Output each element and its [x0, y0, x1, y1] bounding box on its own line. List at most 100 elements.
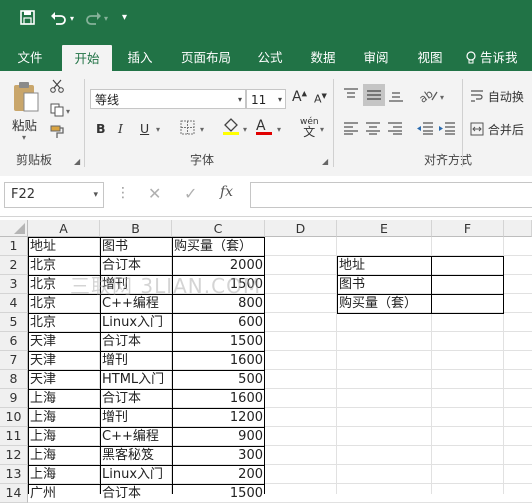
- format-painter-icon[interactable]: [50, 125, 66, 142]
- cell-b12[interactable]: 黑客秘笈: [100, 446, 172, 465]
- row-header-13[interactable]: 13: [0, 465, 28, 484]
- cell-b9[interactable]: 合订本: [100, 389, 172, 408]
- row-header-2[interactable]: 2: [0, 256, 28, 275]
- tab-file[interactable]: 文件: [6, 44, 54, 71]
- row-header-10[interactable]: 10: [0, 408, 28, 427]
- cell-a13[interactable]: 上海: [28, 465, 100, 484]
- cell-a7[interactable]: 天津: [28, 351, 100, 370]
- font-color-button[interactable]: A: [256, 118, 272, 135]
- cell-a5[interactable]: 北京: [28, 313, 100, 332]
- cell-b7[interactable]: 增刊: [100, 351, 172, 370]
- tab-page-layout[interactable]: 页面布局: [170, 44, 242, 71]
- row-header-5[interactable]: 5: [0, 313, 28, 332]
- cell-b13[interactable]: Linux入门: [100, 465, 172, 484]
- cell-c6[interactable]: 1500: [172, 332, 265, 351]
- column-header-e[interactable]: E: [337, 220, 432, 237]
- insert-function-icon[interactable]: fx: [220, 184, 233, 200]
- wrap-text-button[interactable]: 自动换: [470, 88, 524, 105]
- cell-b1[interactable]: 图书: [100, 237, 172, 256]
- paste-dropdown-icon[interactable]: ▾: [22, 133, 26, 142]
- font-size-select[interactable]: 11 ▾: [246, 89, 286, 109]
- row-header-4[interactable]: 4: [0, 294, 28, 313]
- merge-center-button[interactable]: 合并后: [470, 121, 524, 138]
- redo-icon[interactable]: [86, 10, 102, 29]
- worksheet-grid[interactable]: ABCDEF 1 2 3 4 5 6 7 8 9 10 11 12 13 14 地址 图书 购买量（套） 北京合…: [0, 220, 532, 503]
- font-name-select[interactable]: 等线 ▾: [90, 89, 246, 109]
- tab-view[interactable]: 视图: [408, 44, 452, 71]
- phonetic-dropdown-icon[interactable]: ▾: [320, 125, 324, 134]
- italic-button[interactable]: I: [118, 121, 123, 136]
- align-middle-icon[interactable]: [363, 84, 385, 106]
- cell-e3[interactable]: 图书: [337, 275, 432, 294]
- undo-dropdown-icon[interactable]: ▾: [70, 14, 74, 23]
- cut-icon[interactable]: [50, 79, 64, 96]
- increase-indent-icon[interactable]: [438, 121, 456, 138]
- align-right-icon[interactable]: [387, 121, 403, 138]
- cell-a8[interactable]: 天津: [28, 370, 100, 389]
- cell-e4[interactable]: 购买量（套）: [337, 294, 432, 313]
- cell-c8[interactable]: 500: [172, 370, 265, 389]
- column-header-f[interactable]: F: [432, 220, 504, 237]
- decrease-indent-icon[interactable]: [416, 121, 434, 138]
- cell-b10[interactable]: 增刊: [100, 408, 172, 427]
- formula-input[interactable]: [250, 182, 532, 208]
- decrease-font-button[interactable]: A▼: [314, 92, 327, 106]
- underline-dropdown-icon[interactable]: ▾: [156, 125, 160, 134]
- cell-a6[interactable]: 天津: [28, 332, 100, 351]
- clipboard-launcher-icon[interactable]: ◢: [74, 157, 80, 166]
- cell-f2[interactable]: [432, 256, 504, 275]
- underline-button[interactable]: U: [140, 121, 149, 136]
- cancel-icon[interactable]: ✕: [148, 184, 161, 203]
- tab-tell-me[interactable]: 告诉我: [466, 44, 532, 71]
- cell-a12[interactable]: 上海: [28, 446, 100, 465]
- copy-icon[interactable]: [50, 103, 64, 120]
- bold-button[interactable]: B: [96, 121, 106, 136]
- orientation-dropdown-icon[interactable]: ▾: [440, 93, 444, 102]
- row-header-12[interactable]: 12: [0, 446, 28, 465]
- select-all-corner[interactable]: [0, 220, 28, 237]
- cell-c1[interactable]: 购买量（套）: [172, 237, 265, 256]
- cell-b8[interactable]: HTML入门: [100, 370, 172, 389]
- row-header-8[interactable]: 8: [0, 370, 28, 389]
- column-header-a[interactable]: A: [28, 220, 100, 237]
- tab-insert[interactable]: 插入: [118, 44, 162, 71]
- row-header-1[interactable]: 1: [0, 237, 28, 256]
- row-header-9[interactable]: 9: [0, 389, 28, 408]
- save-icon[interactable]: [20, 10, 35, 29]
- cell-c9[interactable]: 1600: [172, 389, 265, 408]
- cell-c13[interactable]: 200: [172, 465, 265, 484]
- cell-a1[interactable]: 地址: [28, 237, 100, 256]
- cell-f4[interactable]: [432, 294, 504, 313]
- increase-font-button[interactable]: A▲: [292, 89, 307, 105]
- cell-e2[interactable]: 地址: [337, 256, 432, 275]
- tab-data[interactable]: 数据: [302, 44, 344, 71]
- cell-c11[interactable]: 900: [172, 427, 265, 446]
- cell-c5[interactable]: 600: [172, 313, 265, 332]
- cell-a11[interactable]: 上海: [28, 427, 100, 446]
- row-header-3[interactable]: 3: [0, 275, 28, 294]
- cell-c12[interactable]: 300: [172, 446, 265, 465]
- phonetic-button[interactable]: wén 文: [300, 117, 319, 139]
- tab-review[interactable]: 审阅: [354, 44, 398, 71]
- font-color-dropdown-icon[interactable]: ▾: [277, 125, 281, 134]
- column-header-b[interactable]: B: [100, 220, 172, 237]
- align-center-icon[interactable]: [365, 121, 381, 138]
- enter-icon[interactable]: ✓: [184, 184, 197, 203]
- cell-a9[interactable]: 上海: [28, 389, 100, 408]
- borders-icon[interactable]: [180, 120, 195, 138]
- redo-dropdown-icon[interactable]: ▾: [104, 14, 108, 23]
- undo-icon[interactable]: [50, 10, 66, 29]
- row-header-6[interactable]: 6: [0, 332, 28, 351]
- customize-icon[interactable]: ▾: [122, 12, 127, 23]
- align-top-icon[interactable]: [343, 87, 359, 106]
- tab-formulas[interactable]: 公式: [250, 44, 290, 71]
- column-header-c[interactable]: C: [172, 220, 265, 237]
- align-left-icon[interactable]: [343, 121, 359, 138]
- column-header-d[interactable]: D: [265, 220, 337, 237]
- row-header-7[interactable]: 7: [0, 351, 28, 370]
- copy-dropdown-icon[interactable]: ▾: [66, 107, 70, 116]
- cell-c7[interactable]: 1600: [172, 351, 265, 370]
- cell-a10[interactable]: 上海: [28, 408, 100, 427]
- row-header-11[interactable]: 11: [0, 427, 28, 446]
- cell-b5[interactable]: Linux入门: [100, 313, 172, 332]
